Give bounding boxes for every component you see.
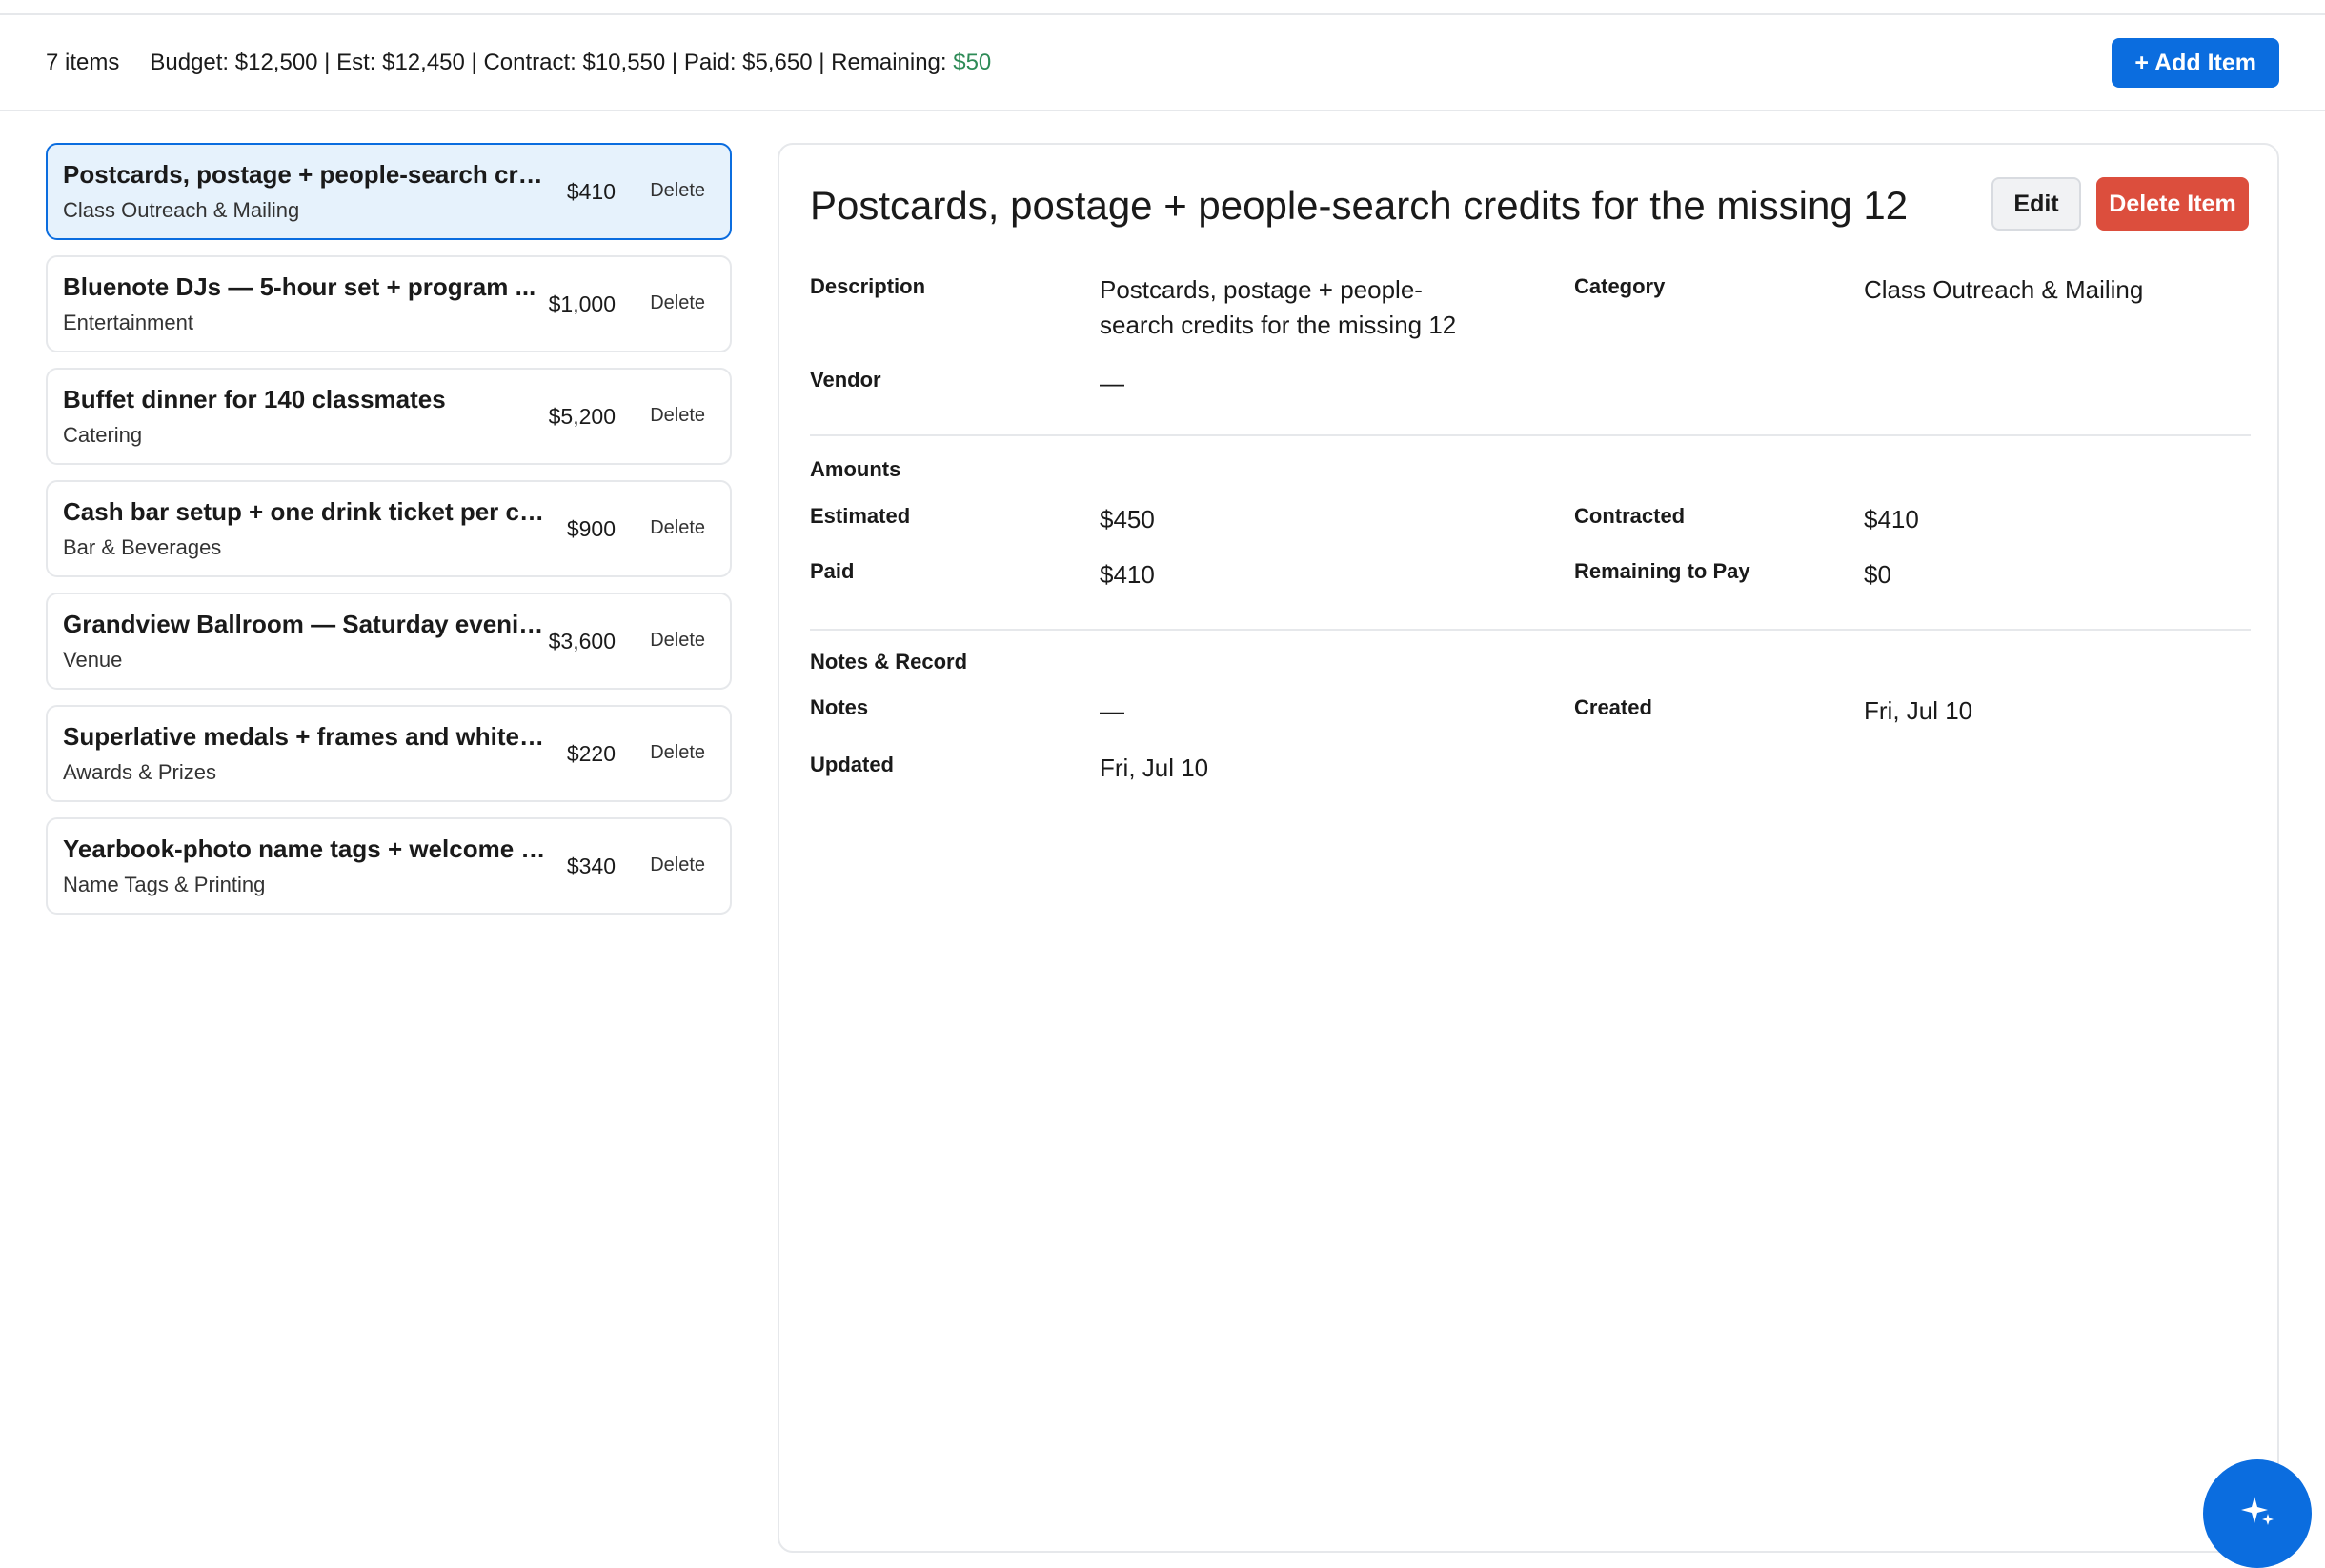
description-line-1: Postcards, postage + people- bbox=[1100, 275, 1423, 304]
item-category: Bar & Beverages bbox=[63, 535, 222, 559]
contract-total: Contract: $10,550 bbox=[483, 49, 666, 75]
item-delete-button[interactable]: Delete bbox=[650, 405, 705, 427]
section-divider bbox=[810, 629, 2251, 631]
item-amount: $340 bbox=[566, 854, 616, 878]
description-label: Description bbox=[810, 274, 926, 298]
item-amount: $5,200 bbox=[548, 404, 616, 429]
paid-label: Paid bbox=[810, 559, 855, 583]
delete-item-button[interactable]: Delete Item bbox=[2096, 177, 2249, 231]
toolbar: 7 items Budget: $12,500 | Est: $12,450 |… bbox=[0, 15, 2325, 111]
remaining-to-pay-value: $0 bbox=[1864, 560, 1891, 589]
notes-record-heading: Notes & Record bbox=[810, 650, 968, 673]
sparkle-icon bbox=[2238, 1493, 2276, 1536]
notes-value: — bbox=[1100, 696, 1124, 725]
list-item[interactable]: Cash bar setup + one drink ticket per cl… bbox=[46, 480, 732, 577]
vendor-label: Vendor bbox=[810, 368, 881, 392]
remaining-label: Remaining: bbox=[831, 49, 954, 75]
item-detail-panel: Postcards, postage + people-search credi… bbox=[778, 143, 2279, 1553]
estimated-label: Estimated bbox=[810, 504, 911, 528]
list-item[interactable]: Yearbook-photo name tags + welcome ba...… bbox=[46, 817, 732, 915]
item-category: Name Tags & Printing bbox=[63, 873, 266, 896]
category-label: Category bbox=[1574, 274, 1666, 298]
list-item[interactable]: Grandview Ballroom — Saturday evenin... … bbox=[46, 593, 732, 690]
remaining-to-pay-label: Remaining to Pay bbox=[1574, 559, 1750, 583]
item-title: Bluenote DJs — 5-hour set + program ... bbox=[63, 272, 536, 301]
item-title: Superlative medals + frames and white ro… bbox=[63, 722, 551, 751]
item-category: Awards & Prizes bbox=[63, 760, 216, 784]
list-item[interactable]: Superlative medals + frames and white ro… bbox=[46, 705, 732, 802]
item-title: Yearbook-photo name tags + welcome ba... bbox=[63, 834, 551, 863]
remaining-total: $50 bbox=[953, 49, 992, 75]
contracted-value: $410 bbox=[1864, 505, 1919, 533]
amounts-heading: Amounts bbox=[810, 457, 901, 481]
assistant-fab-button[interactable] bbox=[2203, 1459, 2312, 1568]
item-amount: $900 bbox=[566, 516, 616, 541]
item-amount: $3,600 bbox=[548, 629, 616, 653]
list-item[interactable]: Postcards, postage + people-search credi… bbox=[46, 143, 732, 240]
item-category: Catering bbox=[63, 423, 143, 447]
item-category: Entertainment bbox=[63, 311, 193, 334]
item-title: Postcards, postage + people-search credi… bbox=[63, 160, 551, 189]
item-delete-button[interactable]: Delete bbox=[650, 517, 705, 539]
list-item[interactable]: Buffet dinner for 140 classmates Caterin… bbox=[46, 368, 732, 465]
item-delete-button[interactable]: Delete bbox=[650, 742, 705, 764]
item-category: Class Outreach & Mailing bbox=[63, 198, 300, 222]
budget-item-list: Postcards, postage + people-search credi… bbox=[46, 143, 732, 930]
item-delete-button[interactable]: Delete bbox=[650, 630, 705, 652]
item-title: Cash bar setup + one drink ticket per cl… bbox=[63, 497, 551, 526]
budget-summary: Budget: $12,500 | Est: $12,450 | Contrac… bbox=[150, 49, 992, 75]
created-value: Fri, Jul 10 bbox=[1864, 696, 1973, 725]
estimated-value: $450 bbox=[1100, 505, 1155, 533]
item-amount: $410 bbox=[566, 179, 616, 204]
section-divider bbox=[810, 434, 2251, 436]
category-value: Class Outreach & Mailing bbox=[1864, 275, 2144, 304]
notes-label: Notes bbox=[810, 695, 869, 719]
item-amount: $220 bbox=[566, 741, 616, 766]
item-amount: $1,000 bbox=[548, 291, 616, 316]
vendor-value: — bbox=[1100, 369, 1124, 397]
contracted-label: Contracted bbox=[1574, 504, 1686, 528]
edit-button[interactable]: Edit bbox=[1991, 177, 2081, 231]
item-delete-button[interactable]: Delete bbox=[650, 854, 705, 876]
estimated-total: Est: $12,450 bbox=[336, 49, 465, 75]
budget-total: Budget: $12,500 bbox=[150, 49, 318, 75]
item-delete-button[interactable]: Delete bbox=[650, 292, 705, 314]
item-title: Grandview Ballroom — Saturday evenin... bbox=[63, 610, 551, 638]
description-line-2: search credits for the missing 12 bbox=[1100, 311, 1457, 339]
item-delete-button[interactable]: Delete bbox=[650, 180, 705, 202]
paid-value: $410 bbox=[1100, 560, 1155, 589]
updated-label: Updated bbox=[810, 753, 894, 776]
item-count: 7 items bbox=[46, 49, 120, 75]
list-item[interactable]: Bluenote DJs — 5-hour set + program ... … bbox=[46, 255, 732, 352]
paid-total: Paid: $5,650 bbox=[683, 49, 813, 75]
item-category: Venue bbox=[63, 648, 123, 672]
updated-value: Fri, Jul 10 bbox=[1100, 754, 1209, 782]
created-label: Created bbox=[1574, 695, 1652, 719]
detail-title: Postcards, postage + people-search credi… bbox=[810, 183, 1909, 228]
description-value: Postcards, postage + people- search cred… bbox=[1100, 272, 1456, 343]
add-item-button[interactable]: + Add Item bbox=[2112, 38, 2279, 88]
item-title: Buffet dinner for 140 classmates bbox=[63, 385, 446, 413]
